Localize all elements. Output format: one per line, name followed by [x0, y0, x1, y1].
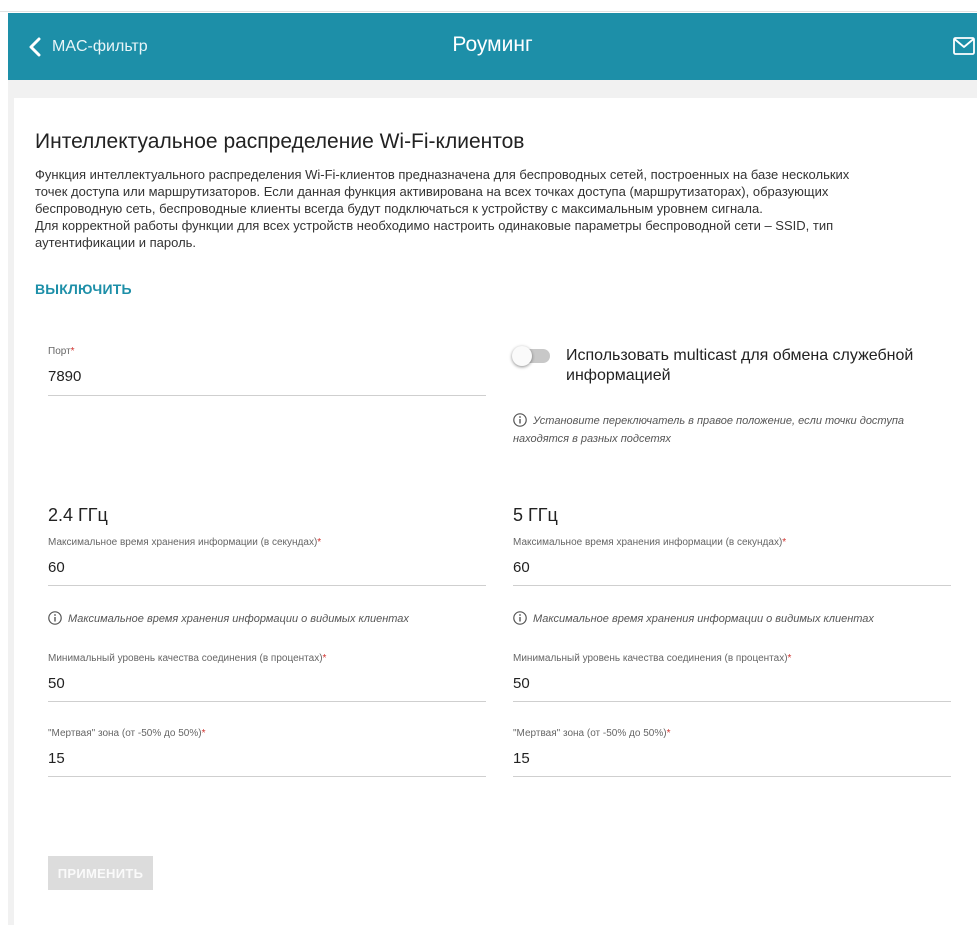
- dead-zone-label: "Мертвая" зона (от -50% до 50%)*: [513, 728, 671, 739]
- toggle-knob: [512, 346, 532, 366]
- port-value: 7890: [48, 368, 82, 385]
- section-title: Интеллектуальное распределение Wi-Fi-кли…: [35, 130, 525, 153]
- description-line: Функция интеллектуального распределения …: [35, 167, 850, 182]
- multicast-label: Использовать multicast для обмена служеб…: [566, 347, 914, 384]
- band-24-title: 2.4 ГГц: [48, 505, 108, 525]
- band-24-max-time-hint: Максимальное время хранения информации о…: [48, 610, 486, 628]
- section-description: Функция интеллектуального распределения …: [35, 166, 935, 251]
- dead-zone-value: 15: [48, 750, 65, 767]
- description-line: аутентификации и пароль.: [35, 235, 197, 250]
- info-icon: [513, 611, 527, 625]
- top-strip: [0, 0, 977, 12]
- description-line: точек доступа или маршрутизаторов. Если …: [35, 184, 829, 199]
- info-icon: [48, 611, 62, 625]
- band-5-dead-zone-field[interactable]: "Мертвая" зона (от -50% до 50%)* 15: [513, 724, 951, 777]
- dead-zone-value: 15: [513, 750, 530, 767]
- band-5-min-quality-field[interactable]: Минимальный уровень качества соединения …: [513, 649, 951, 702]
- band-5-max-time-field[interactable]: Максимальное время хранения информации (…: [513, 533, 951, 586]
- disable-link[interactable]: ВЫКЛЮЧИТЬ: [35, 281, 132, 297]
- max-time-value: 60: [513, 559, 530, 576]
- header-bar: MAC-фильтр Роуминг: [8, 13, 977, 80]
- min-quality-value: 50: [48, 675, 65, 692]
- min-quality-label: Минимальный уровень качества соединения …: [48, 653, 327, 664]
- multicast-hint: Установите переключатель в правое положе…: [513, 413, 905, 445]
- apply-button[interactable]: ПРИМЕНИТЬ: [48, 856, 153, 890]
- description-line: беспроводную сеть, беспроводные клиенты …: [35, 201, 763, 216]
- band-24-dead-zone-field[interactable]: "Мертвая" зона (от -50% до 50%)* 15: [48, 724, 486, 777]
- band-24-max-time-field[interactable]: Максимальное время хранения информации (…: [48, 533, 486, 586]
- page: MAC-фильтр Роуминг Интеллектуальное расп…: [0, 0, 977, 925]
- min-quality-label: Минимальный уровень качества соединения …: [513, 653, 792, 664]
- description-line: Для корректной работы функции для всех у…: [35, 218, 834, 233]
- divider-band: [8, 80, 977, 98]
- max-time-value: 60: [48, 559, 65, 576]
- max-time-label: Максимальное время хранения информации (…: [48, 537, 322, 548]
- band-5-max-time-hint: Максимальное время хранения информации о…: [513, 610, 953, 628]
- multicast-toggle[interactable]: [512, 346, 550, 366]
- band-5-title: 5 ГГц: [513, 505, 558, 525]
- min-quality-value: 50: [513, 675, 530, 692]
- info-icon: [513, 413, 527, 427]
- dead-zone-label: "Мертвая" зона (от -50% до 50%)*: [48, 728, 206, 739]
- port-field[interactable]: Порт* 7890: [48, 342, 486, 396]
- max-time-label: Максимальное время хранения информации (…: [513, 537, 787, 548]
- band-24-min-quality-field[interactable]: Минимальный уровень качества соединения …: [48, 649, 486, 702]
- mail-icon[interactable]: [953, 37, 975, 55]
- page-title: Роуминг: [452, 33, 533, 56]
- port-label: Порт*: [48, 346, 75, 357]
